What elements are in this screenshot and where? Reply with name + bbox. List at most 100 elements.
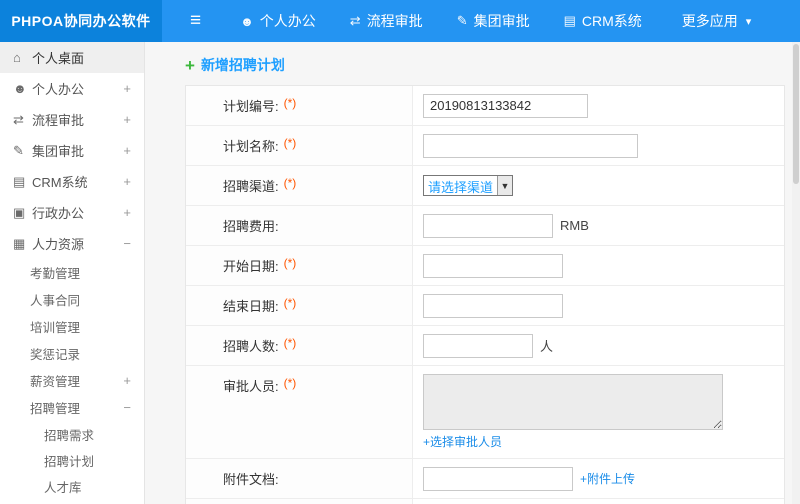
nav-item-icon: ▤ [563, 13, 576, 28]
plan-no-input[interactable] [423, 93, 588, 118]
sidebar-item-salary[interactable]: 薪资管理 + [0, 367, 144, 394]
required-mark: (*) [283, 176, 297, 190]
field-value [413, 86, 784, 125]
sidebar-item-label: 人才库 [44, 480, 82, 495]
field-label-text: 审批人员: [223, 379, 279, 394]
required-mark: (*) [283, 136, 297, 150]
sidebar-item-label: 培训管理 [30, 321, 81, 335]
expand-toggle-icon[interactable]: + [123, 112, 131, 127]
nav-item-icon: ⇄ [349, 13, 361, 28]
nav-item-label: 集团审批 [473, 13, 530, 29]
main-content: + 新增招聘计划 计划编号: (*) 计划名称: (*) [145, 42, 800, 504]
field-label: 计划编号: (*) [186, 86, 413, 125]
sidebar-item-recruit-plan[interactable]: 招聘计划 [0, 447, 144, 473]
end-date-input[interactable] [423, 293, 563, 318]
headcount-input[interactable] [423, 333, 533, 358]
recruit-plan-form: 计划编号: (*) 计划名称: (*) 招聘渠道: [185, 85, 785, 504]
sidebar-item-training[interactable]: 培训管理 [0, 313, 144, 340]
chevron-down-icon: ▼ [497, 176, 513, 195]
sidebar-item-icon: ▦ [13, 235, 26, 251]
field-value: +附件上传 [413, 459, 784, 498]
sidebar-item-group-approval[interactable]: ✎ 集团审批 + [0, 135, 144, 166]
page-title: + 新增招聘计划 [185, 55, 785, 75]
nav-item-icon: ✎ [456, 13, 468, 28]
expand-toggle-icon[interactable]: + [123, 81, 131, 96]
sidebar-item-recruitment[interactable]: 招聘管理 − [0, 394, 144, 421]
nav-personal-office[interactable]: ☻ 个人办公 [223, 0, 333, 42]
nav-item-label: CRM系统 [581, 13, 642, 29]
sidebar-item-label: 奖惩记录 [30, 348, 81, 362]
field-label-text: 开始日期: [223, 259, 279, 274]
sidebar-item-icon: ⌂ [13, 50, 21, 65]
nav-crm-system[interactable]: ▤ CRM系统 [547, 0, 659, 42]
sidebar-item-personal-office[interactable]: ☻ 个人办公 + [0, 73, 144, 104]
topbar: PHPOA协同办公软件 ≡ ☻ 个人办公 ⇄ 流程审批 ✎ 集团审批 ▤ CRM… [0, 0, 800, 42]
field-label-text: 计划编号: [223, 99, 279, 114]
field-value [413, 126, 784, 165]
sidebar-item-reward-punishment[interactable]: 奖惩记录 [0, 340, 144, 367]
field-value: RMB [413, 206, 784, 245]
sidebar-item-label: 人事合同 [30, 294, 81, 308]
field-label: 开始日期: (*) [186, 246, 413, 285]
start-date-input[interactable] [423, 253, 563, 278]
nav-group-approval[interactable]: ✎ 集团审批 [440, 0, 547, 42]
nav-more-apps[interactable]: 更多应用 ▾ [659, 0, 769, 42]
sidebar-item-recruit-demand[interactable]: 招聘需求 [0, 421, 144, 447]
nav-item-label: 流程审批 [366, 13, 423, 29]
field-label: 结束日期: (*) [186, 286, 413, 325]
field-label-text: 计划名称: [223, 139, 279, 154]
field-label-text: 招聘渠道: [223, 179, 279, 194]
attachment-upload-link[interactable]: +附件上传 [580, 470, 635, 487]
required-mark: (*) [283, 336, 297, 350]
select-approver-link[interactable]: +选择审批人员 [423, 433, 502, 450]
sidebar-item-admin-office[interactable]: ▣ 行政办公 + [0, 197, 144, 228]
form-row: 附件文档: +附件上传 [186, 459, 784, 499]
field-label-text: 附件文档: [223, 472, 279, 487]
required-mark: (*) [283, 96, 297, 110]
form-row: 审批人员: (*) +选择审批人员 [186, 366, 784, 459]
sidebar-item-attendance[interactable]: 考勤管理 [0, 259, 144, 286]
field-label: 招聘费用: [186, 206, 413, 245]
unit-label: 人 [540, 339, 554, 354]
nav-process-approval[interactable]: ⇄ 流程审批 [333, 0, 440, 42]
plan-name-input[interactable] [423, 133, 638, 158]
sidebar-item-icon: ▣ [13, 204, 26, 220]
field-value: 人 [413, 326, 784, 365]
field-label-text: 招聘人数: [223, 339, 279, 354]
nav-item-icon: ☻ [240, 13, 254, 29]
expand-toggle-icon[interactable]: − [123, 236, 131, 251]
expand-toggle-icon[interactable]: + [123, 143, 131, 158]
form-row: 招聘人数: (*) 人 [186, 326, 784, 366]
required-mark: (*) [283, 256, 297, 270]
field-label: 计划名称: (*) [186, 126, 413, 165]
scrollbar-thumb[interactable] [793, 44, 799, 184]
sidebar-item-personal-desktop[interactable]: ⌂ 个人桌面 [0, 42, 144, 73]
nav-item-label: 个人办公 [259, 13, 316, 29]
field-label: 审批人员: (*) [186, 366, 413, 458]
nav-item-label: 更多应用 [681, 13, 738, 29]
approvers-textarea[interactable] [423, 374, 723, 430]
field-label: 附件文档: [186, 459, 413, 498]
sidebar-item-icon: ▤ [13, 173, 26, 189]
required-mark: (*) [283, 296, 297, 310]
app-logo: PHPOA协同办公软件 [0, 0, 162, 42]
sidebar-item-process-approval[interactable]: ⇄ 流程审批 + [0, 104, 144, 135]
sidebar-item-label: 考勤管理 [30, 267, 81, 281]
form-row: 开始日期: (*) [186, 246, 784, 286]
expand-toggle-icon[interactable]: + [123, 205, 131, 220]
channel-select[interactable]: 请选择渠道 ▼ [423, 175, 514, 196]
hamburger-menu-icon[interactable]: ≡ [190, 10, 201, 32]
sidebar-item-hr-contract[interactable]: 人事合同 [0, 286, 144, 313]
field-value: 请选择渠道 ▼ [413, 166, 784, 205]
expand-toggle-icon[interactable]: − [123, 400, 131, 415]
expand-toggle-icon[interactable]: + [123, 373, 131, 388]
attachment-input[interactable] [423, 466, 573, 491]
sidebar-item-human-resources[interactable]: ▦ 人力资源 − [0, 228, 144, 259]
field-value [413, 286, 784, 325]
sidebar-item-talent-pool[interactable]: 人才库 [0, 473, 144, 499]
sidebar-item-crm-system[interactable]: ▤ CRM系统 + [0, 166, 144, 197]
form-row: 计划编号: (*) [186, 86, 784, 126]
page-scrollbar[interactable] [792, 42, 800, 504]
fee-input[interactable] [423, 213, 553, 238]
expand-toggle-icon[interactable]: + [123, 174, 131, 189]
